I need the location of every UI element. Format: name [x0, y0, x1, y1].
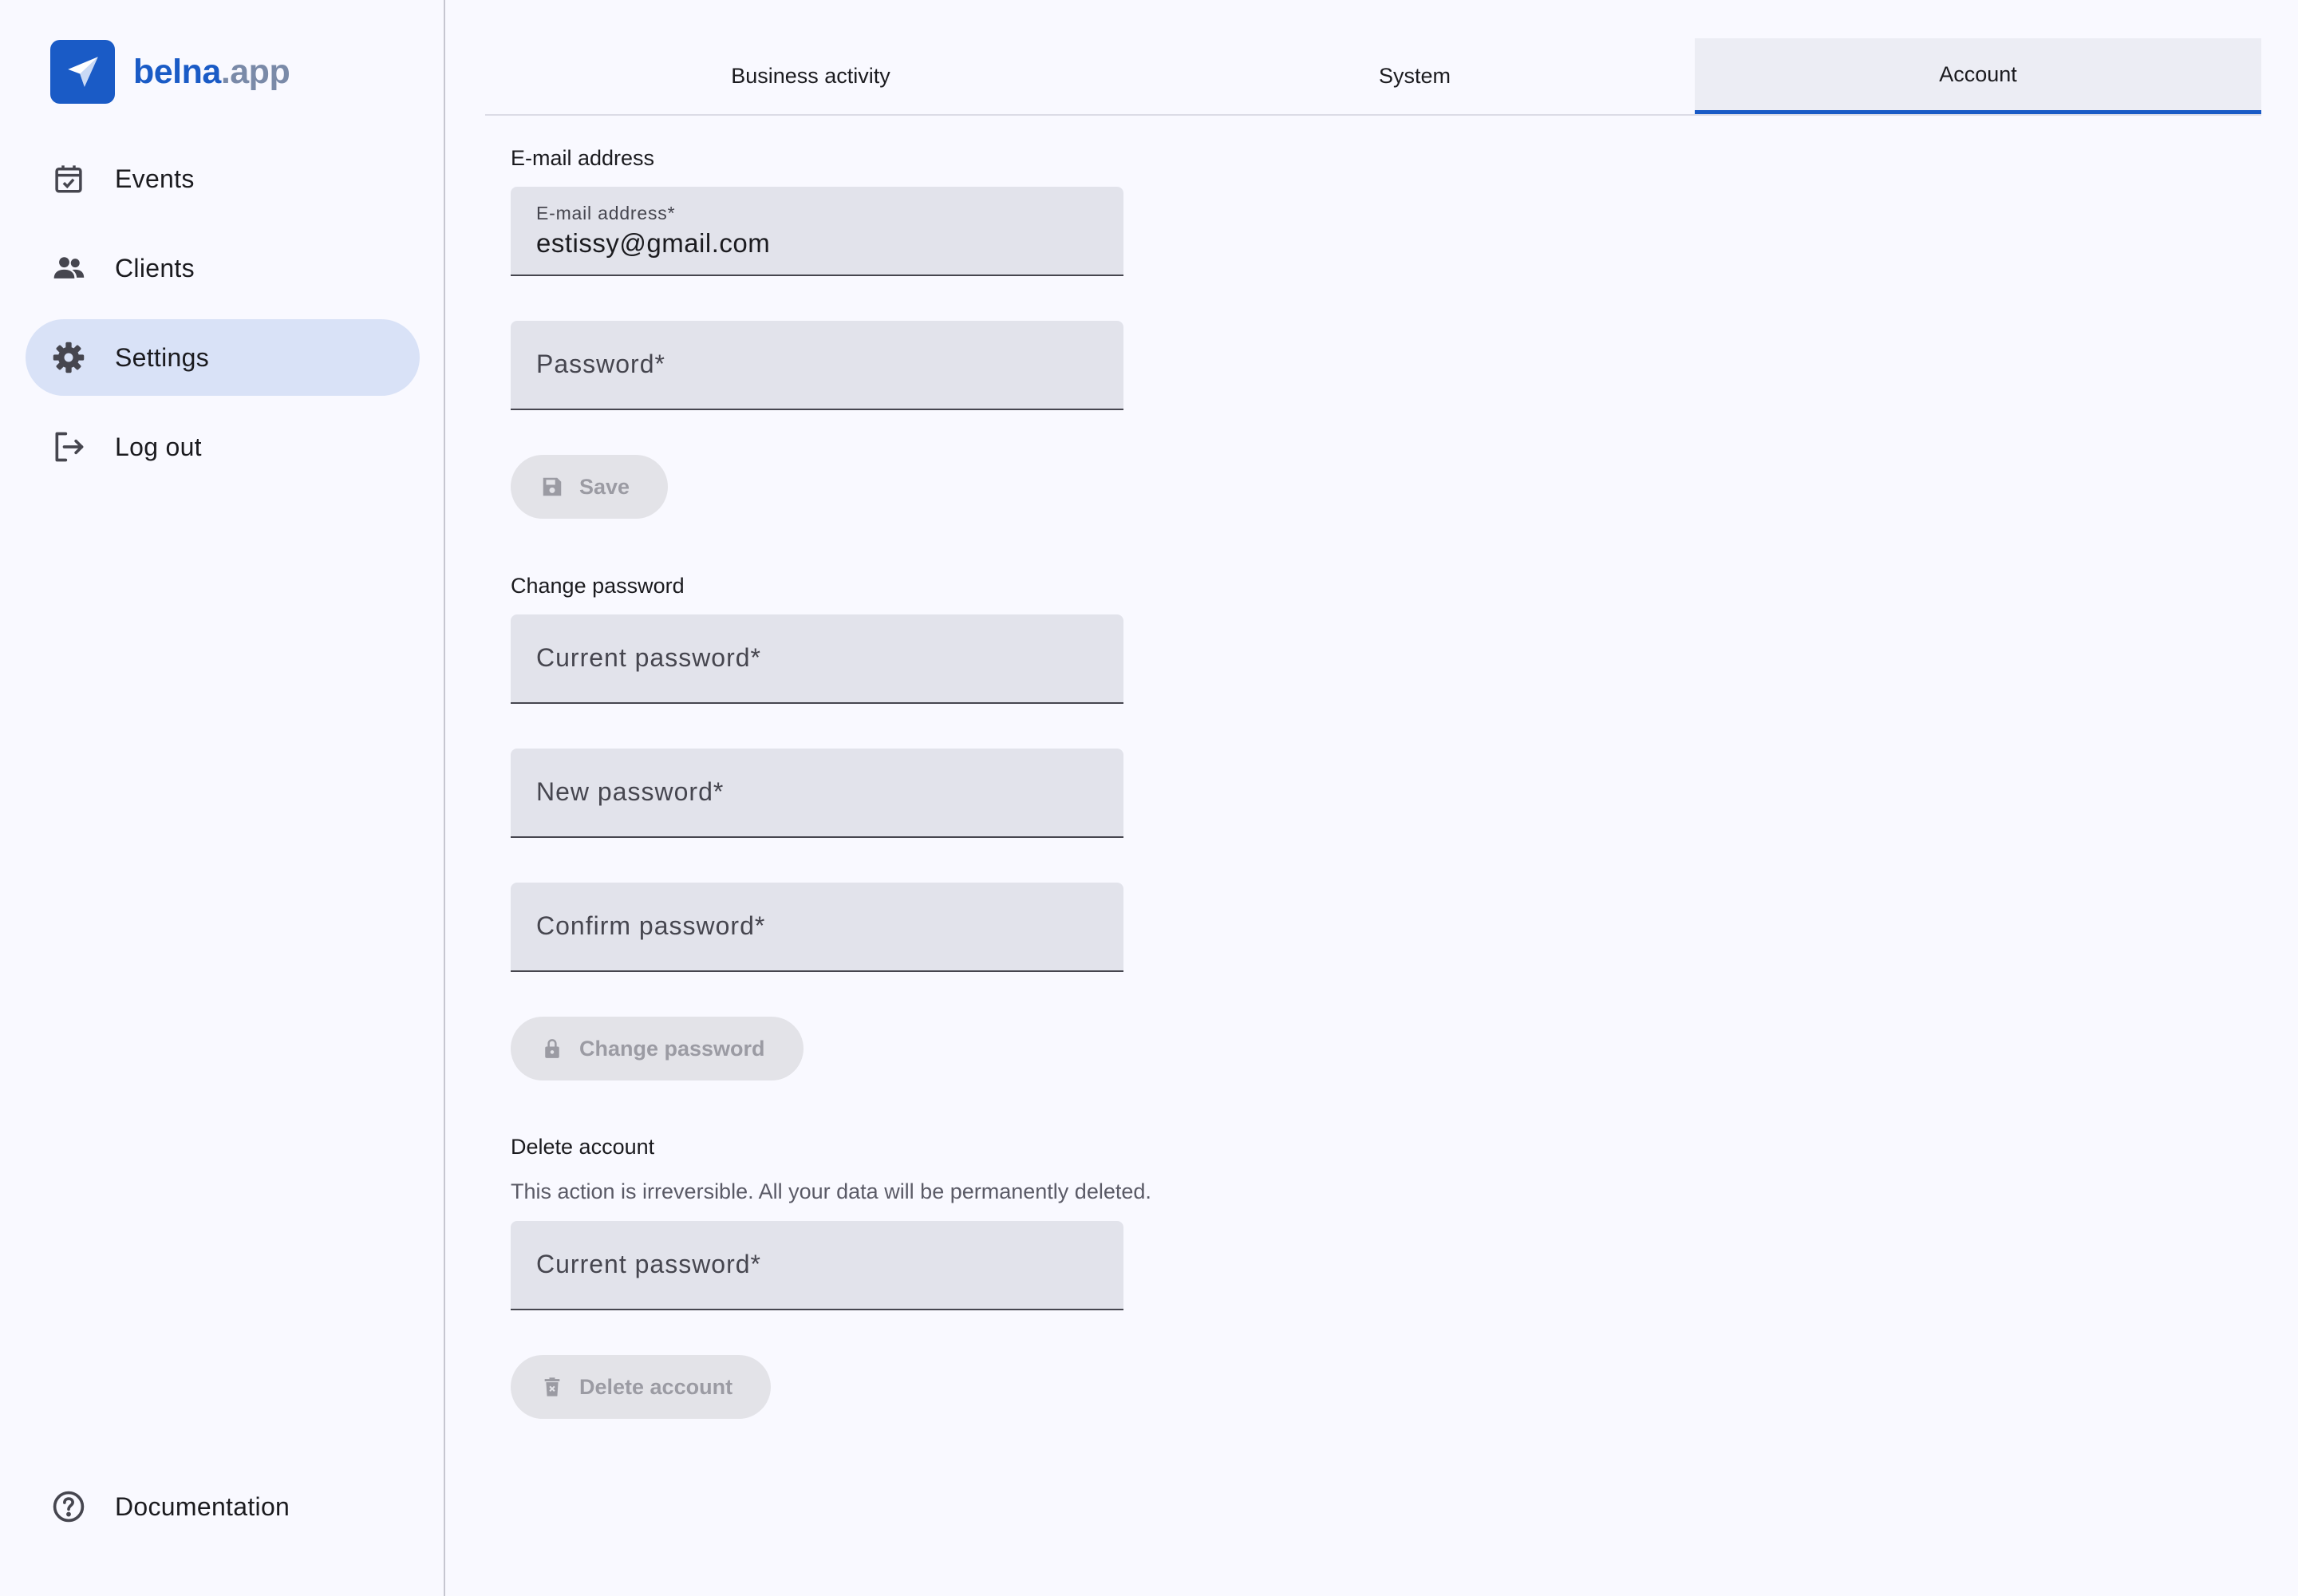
- save-button-label: Save: [579, 474, 630, 499]
- tab-system[interactable]: System: [1136, 38, 1693, 114]
- help-circle-icon: [51, 1489, 86, 1524]
- sidebar-item-label: Settings: [115, 342, 210, 372]
- password-field-placeholder: Password*: [536, 350, 665, 378]
- tab-account[interactable]: Account: [1695, 38, 2261, 114]
- tab-business-activity[interactable]: Business activity: [485, 38, 1136, 114]
- change-password-section-title: Change password: [511, 574, 685, 598]
- logout-icon: [51, 429, 86, 464]
- sidebar-item-documentation[interactable]: Documentation: [26, 1468, 420, 1545]
- app-root: belna.app Events Clients Settings Log ou…: [0, 0, 2298, 1596]
- current-password-field[interactable]: Current password*: [511, 614, 1123, 704]
- email-field-value: estissy@gmail.com: [536, 228, 771, 258]
- sidebar-item-label: Documentation: [115, 1491, 290, 1521]
- sidebar-item-events[interactable]: Events: [26, 140, 420, 217]
- brand-name: belna.app: [133, 52, 290, 91]
- paper-plane-logo-icon: [50, 40, 115, 104]
- sidebar-item-logout[interactable]: Log out: [26, 409, 420, 485]
- delete-account-button-label: Delete account: [579, 1374, 733, 1399]
- sidebar-item-label: Clients: [115, 253, 195, 282]
- change-password-button[interactable]: Change password: [511, 1017, 804, 1080]
- gear-icon: [51, 340, 86, 375]
- trash-icon: [539, 1374, 565, 1400]
- email-field-label: E-mail address*: [536, 203, 676, 223]
- email-section-title: E-mail address: [511, 146, 655, 170]
- people-icon: [51, 251, 86, 286]
- lock-icon: [539, 1036, 565, 1061]
- sidebar-item-label: Events: [115, 164, 195, 193]
- email-field[interactable]: E-mail address* estissy@gmail.com: [511, 187, 1123, 276]
- sidebar-item-settings[interactable]: Settings: [26, 319, 420, 396]
- delete-current-password-field[interactable]: Current password*: [511, 1221, 1123, 1310]
- save-button[interactable]: Save: [511, 455, 669, 519]
- change-password-button-label: Change password: [579, 1036, 765, 1061]
- delete-account-description: This action is irreversible. All your da…: [511, 1179, 1151, 1203]
- save-icon: [539, 474, 565, 500]
- sidebar-item-label: Log out: [115, 432, 202, 461]
- password-field[interactable]: Password*: [511, 321, 1123, 410]
- new-password-field[interactable]: New password*: [511, 749, 1123, 838]
- current-password-placeholder: Current password*: [536, 643, 761, 672]
- new-password-placeholder: New password*: [536, 777, 725, 806]
- sidebar-item-clients[interactable]: Clients: [26, 230, 420, 306]
- confirm-password-placeholder: Confirm password*: [536, 911, 766, 940]
- calendar-check-icon: [51, 161, 86, 196]
- delete-account-button[interactable]: Delete account: [511, 1355, 772, 1419]
- settings-tabs: Business activity System Account: [485, 38, 2261, 116]
- confirm-password-field[interactable]: Confirm password*: [511, 883, 1123, 972]
- delete-account-section-title: Delete account: [511, 1135, 655, 1159]
- sidebar: belna.app Events Clients Settings Log ou…: [0, 0, 445, 1596]
- delete-current-password-placeholder: Current password*: [536, 1250, 761, 1278]
- brand[interactable]: belna.app: [50, 40, 290, 104]
